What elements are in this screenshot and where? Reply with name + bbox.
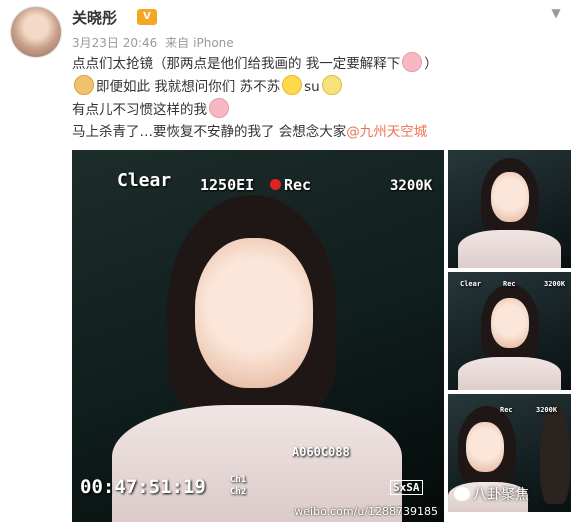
post-date[interactable]: 3月23日 20:46 (72, 36, 157, 50)
post-meta: 3月23日 20:46 来自 iPhone (72, 34, 238, 51)
osd-timecode: 00:47:51:19 (80, 476, 206, 498)
dress-shape (458, 230, 561, 268)
osd-rec: Rec (503, 280, 516, 288)
overlay-logo: 八卦聚焦 (454, 484, 529, 504)
mention-link[interactable]: @九州天空城 (346, 124, 427, 140)
chevron-down-icon[interactable]: ▼ (548, 5, 564, 21)
osd-temp: 3200K (544, 280, 566, 288)
photo-main[interactable]: Clear 1250EI Rec 3200K A060C088 00:47:51… (72, 150, 444, 522)
osd-iso: 1250EI (200, 176, 255, 194)
pig-emoji-icon (209, 98, 229, 118)
post-line-1: 点点们太抢镜（那两点是他们给我画的 我一定要解释下） (72, 52, 562, 75)
face-shape (195, 238, 313, 388)
avatar[interactable] (10, 6, 62, 58)
face-emoji-icon (282, 75, 303, 95)
vip-badge-icon: V (137, 9, 157, 25)
wechat-icon (454, 487, 470, 501)
post-source-prefix: 来自 (165, 36, 190, 50)
osd-rec: Rec (270, 176, 311, 194)
cat-emoji-icon (74, 75, 94, 95)
post-text: 点点们太抢镜（那两点是他们给我画的 我一定要解释下） 即便如此 我就想问你们 苏… (72, 52, 562, 143)
osd-clear: Clear (117, 170, 172, 191)
face-shape (466, 422, 504, 472)
face-shape (491, 298, 529, 348)
username[interactable]: 关晓彤 (72, 7, 117, 28)
osd-sxs: SxSA (390, 480, 423, 495)
photo-side-2[interactable]: Clear Rec 3200K (448, 272, 571, 390)
osd-temp: 3200K (390, 178, 433, 194)
dress-shape (458, 357, 561, 390)
pig-emoji-icon (402, 52, 423, 72)
post-line-2: 即便如此 我就想问你们 苏不苏 su (72, 75, 562, 98)
osd-clip: A060C088 (292, 445, 350, 459)
post-line-3: 有点儿不习惯这样的我 (72, 98, 562, 121)
osd-ch2: Ch2 (230, 487, 247, 497)
osd-rec: Rec (500, 406, 513, 414)
smile-emoji-icon (321, 75, 342, 95)
post-line-4: 马上杀青了…要恢复不安静的我了 会想念大家@九州天空城 (72, 124, 428, 140)
osd-clear: Clear (460, 280, 482, 288)
rec-dot-icon (270, 179, 281, 190)
photo-side-1[interactable] (448, 150, 571, 268)
face-shape (491, 172, 529, 222)
weibo-watermark: weibo.com/u/1288739185 (294, 505, 438, 518)
osd-ch1: Ch1 (230, 475, 247, 485)
second-person-shape (540, 404, 570, 504)
post-source: iPhone (193, 36, 234, 50)
osd-temp: 3200K (536, 406, 558, 414)
